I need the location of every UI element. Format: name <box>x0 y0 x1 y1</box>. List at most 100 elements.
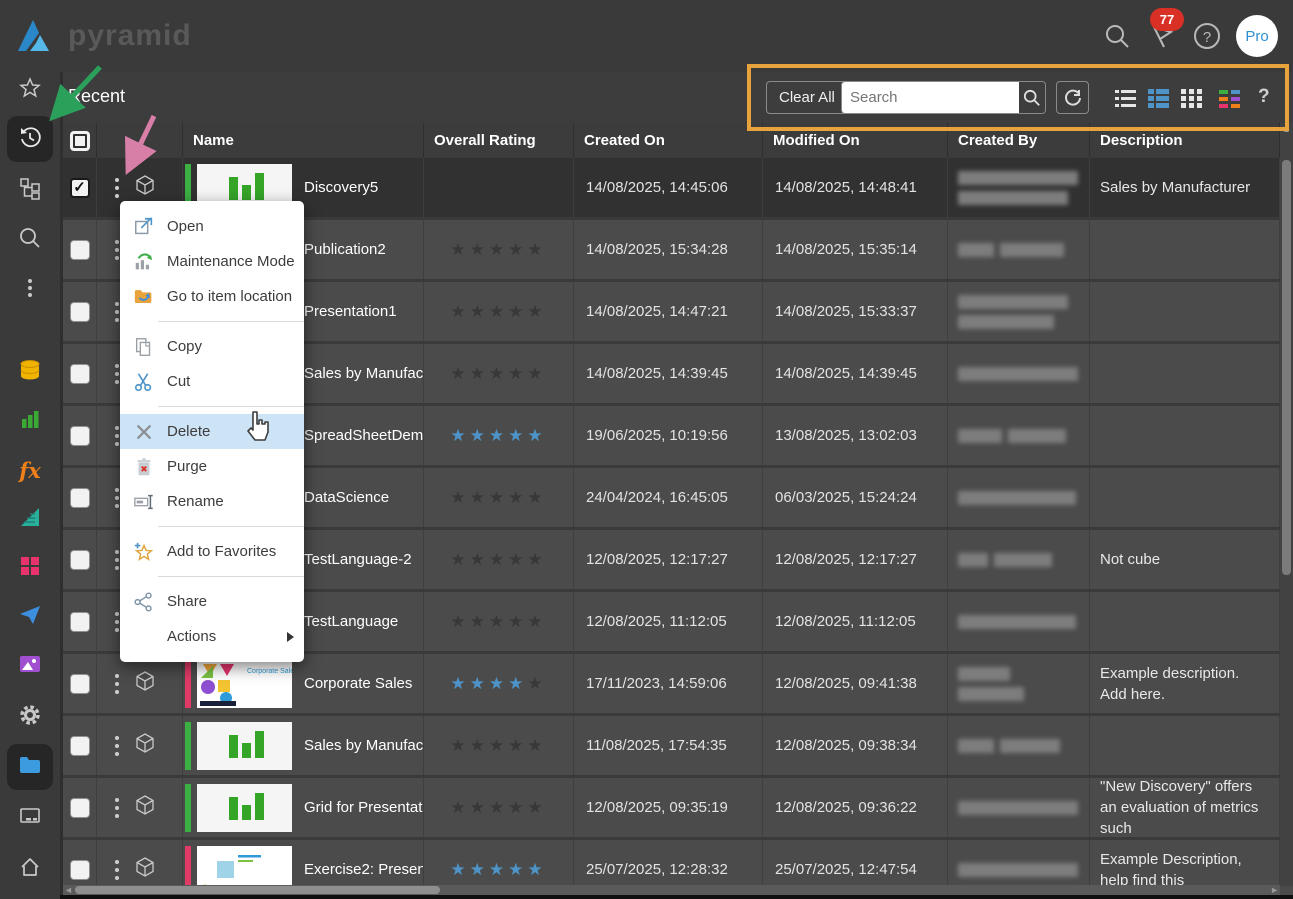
row-menu-button[interactable] <box>115 488 119 508</box>
menu-item-actions[interactable]: Actions <box>120 619 304 654</box>
search-input[interactable] <box>842 82 1019 113</box>
menu-item-cut[interactable]: Cut <box>120 364 304 399</box>
created-on-value: 12/08/2025, 09:35:19 <box>574 799 728 816</box>
dot <box>115 690 119 694</box>
rating-stars-icon[interactable]: ★★★★★ <box>450 550 546 570</box>
row-checkbox[interactable]: ✓ <box>70 178 90 198</box>
sidebar-item-search[interactable] <box>7 217 53 263</box>
column-header-created-by[interactable]: Created By <box>948 123 1090 158</box>
tile-view-icon[interactable] <box>1217 86 1242 111</box>
row-checkbox[interactable] <box>70 736 90 756</box>
row-checkbox[interactable] <box>70 798 90 818</box>
rating-stars-icon[interactable]: ★★★★★ <box>450 736 546 756</box>
horizontal-scrollbar[interactable]: ◄ ► <box>63 885 1280 895</box>
row-checkbox[interactable] <box>70 302 90 322</box>
row-menu-button[interactable] <box>115 798 119 818</box>
row-menu-button[interactable] <box>115 736 119 756</box>
column-header-created-on[interactable]: Created On <box>574 123 763 158</box>
menu-item-copy[interactable]: Copy <box>120 329 304 364</box>
menu-item-label: Delete <box>167 423 210 440</box>
row-checkbox[interactable] <box>70 364 90 384</box>
vertical-scrollbar-thumb[interactable] <box>1282 160 1291 575</box>
sidebar-item-discover-chart[interactable] <box>7 398 53 444</box>
sidebar-item-home[interactable] <box>7 846 53 892</box>
row-menu-button[interactable] <box>115 612 119 632</box>
select-all-checkbox[interactable] <box>70 131 90 151</box>
sidebar-item-presentations-screen[interactable] <box>7 796 53 842</box>
rating-stars-icon[interactable]: ★★★★★ <box>450 488 546 508</box>
redacted-block <box>958 171 1078 185</box>
row-checkbox[interactable] <box>70 240 90 260</box>
sidebar-item-content-folder[interactable] <box>7 744 53 790</box>
row-menu-button[interactable] <box>115 860 119 880</box>
scroll-up-icon[interactable]: ▲ <box>1280 125 1293 134</box>
row-checkbox[interactable] <box>70 488 90 508</box>
column-header-description[interactable]: Description <box>1090 123 1280 158</box>
search-icon[interactable] <box>1102 21 1132 51</box>
grid-view-icon[interactable] <box>1179 86 1204 111</box>
description-value: Not cube <box>1090 549 1170 570</box>
table-row[interactable]: Corporate SalesCorporate Sales★★★★★17/11… <box>63 654 1280 716</box>
row-menu-button[interactable] <box>115 550 119 570</box>
table-row[interactable]: Grid for Presentation★★★★★12/08/2025, 09… <box>63 778 1280 840</box>
detail-view-icon[interactable] <box>1146 86 1171 111</box>
column-header-modified-on[interactable]: Modified On <box>763 123 948 158</box>
rating-stars-icon[interactable]: ★★★★★ <box>450 798 546 818</box>
row-checkbox[interactable] <box>70 426 90 446</box>
created-on-value: 25/07/2025, 12:28:32 <box>574 861 728 878</box>
row-checkbox[interactable] <box>70 674 90 694</box>
horizontal-scrollbar-thumb[interactable] <box>75 886 440 894</box>
refresh-button[interactable] <box>1056 81 1089 114</box>
clear-all-button[interactable]: Clear All <box>766 81 848 114</box>
sidebar-item-favorites-star[interactable] <box>7 67 53 113</box>
sidebar-item-illustrate-grid[interactable] <box>7 545 53 591</box>
menu-item-delete[interactable]: Delete <box>120 414 304 449</box>
help-icon[interactable]: ? <box>1192 21 1222 51</box>
row-menu-button[interactable] <box>115 302 119 322</box>
menu-item-add-to-favorites[interactable]: Add to Favorites <box>120 534 304 569</box>
rating-stars-icon[interactable]: ★★★★★ <box>450 364 546 384</box>
row-menu-button[interactable] <box>115 364 119 384</box>
menu-item-open[interactable]: Open <box>120 209 304 244</box>
sidebar-item-settings-gear[interactable] <box>7 694 53 740</box>
table-row[interactable]: Exercise2: Present Pr★★★★★25/07/2025, 12… <box>63 840 1280 886</box>
sidebar-item-more-ellipsis[interactable] <box>7 267 53 313</box>
rating-stars-icon[interactable]: ★★★★★ <box>450 240 546 260</box>
scroll-right-icon[interactable]: ► <box>1270 885 1279 895</box>
row-menu-button[interactable] <box>115 178 119 198</box>
sidebar-item-content-tree[interactable] <box>7 167 53 213</box>
sidebar-item-image[interactable] <box>7 643 53 689</box>
content-folder-icon <box>18 753 42 782</box>
menu-item-rename[interactable]: Rename <box>120 484 304 519</box>
rating-stars-icon[interactable]: ★★★★★ <box>450 674 546 694</box>
sidebar-item-present[interactable] <box>7 496 53 542</box>
table-row[interactable]: Sales by Manufacturer★★★★★11/08/2025, 17… <box>63 716 1280 778</box>
sidebar-item-publish-send[interactable] <box>7 594 53 640</box>
column-header-overall-rating[interactable]: Overall Rating <box>424 123 574 158</box>
row-checkbox[interactable] <box>70 860 90 880</box>
scroll-left-icon[interactable]: ◄ <box>64 885 73 895</box>
menu-item-maintenance-mode[interactable]: Maintenance Mode <box>120 244 304 279</box>
search-submit-button[interactable] <box>1019 82 1045 113</box>
discover-chart-icon <box>18 407 42 436</box>
rating-stars-icon[interactable]: ★★★★★ <box>450 426 546 446</box>
sidebar-item-recent-history[interactable] <box>7 116 53 162</box>
menu-item-share[interactable]: Share <box>120 584 304 619</box>
row-checkbox[interactable] <box>70 550 90 570</box>
list-view-icon[interactable] <box>1113 86 1138 111</box>
row-checkbox[interactable] <box>70 612 90 632</box>
rating-stars-icon[interactable]: ★★★★★ <box>450 860 546 880</box>
column-header-name[interactable]: Name <box>183 123 424 158</box>
row-menu-button[interactable] <box>115 674 119 694</box>
vertical-scrollbar[interactable]: ▲ <box>1280 123 1293 886</box>
list-help-icon[interactable]: ? <box>1258 86 1270 108</box>
row-menu-button[interactable] <box>115 426 119 446</box>
avatar[interactable]: Pro <box>1236 15 1278 57</box>
menu-item-go-to-item-location[interactable]: Go to item location <box>120 279 304 314</box>
rating-stars-icon[interactable]: ★★★★★ <box>450 302 546 322</box>
rating-stars-icon[interactable]: ★★★★★ <box>450 612 546 632</box>
sidebar-item-model-database[interactable] <box>7 349 53 395</box>
menu-item-purge[interactable]: Purge <box>120 449 304 484</box>
row-menu-button[interactable] <box>115 240 119 260</box>
sidebar-item-formulate-fx[interactable]: fx <box>7 447 53 493</box>
